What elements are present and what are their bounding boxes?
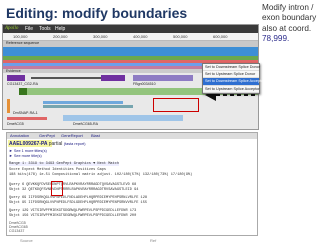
menu-help[interactable]: Help	[55, 25, 65, 33]
stats-values: 188 bits(478) 1e-51 Compositional matrix…	[9, 173, 193, 177]
note-line: exon boundary	[262, 13, 317, 23]
context-menu: Set to Downstream Splice Donor Set to Up…	[202, 63, 265, 94]
blast-result-window: Annotation GenPept GeneReport Blast AAEL…	[6, 132, 258, 236]
more-titles-link[interactable]: ► See more title(s)	[9, 154, 42, 158]
ruler-tick: 500,000	[173, 34, 188, 39]
alignment-line: Query 129 VITSIRVPFMIEKGTSDGRWQLPWRPEVLP…	[9, 209, 137, 213]
tab-genpept[interactable]: GenPept	[39, 133, 55, 139]
slide-title: Editing: modify boundaries	[6, 5, 188, 21]
evidence-feature[interactable]	[7, 99, 10, 113]
more-titles-link[interactable]: ► See 1 more titles(s)	[9, 149, 47, 153]
section-label: Reference sequence	[6, 41, 40, 45]
annotation-track[interactable]	[3, 47, 258, 56]
track-label: Dmel\CG5	[7, 122, 24, 126]
alignment-line: Sbjct 32 QETKDQFSVNEVDNPTRRRLRAPKVRAYRRR…	[9, 188, 139, 192]
gene-feature[interactable]	[7, 75, 25, 81]
coordinate-ruler[interactable]: 100,000 200,000 300,000 400,000 500,000 …	[3, 33, 258, 41]
evidence-feature[interactable]	[43, 101, 123, 104]
alignment-highlight	[51, 181, 63, 196]
evidence-feature[interactable]	[63, 115, 183, 121]
ruler-tick: 400,000	[133, 34, 148, 39]
note-line: also at coord.	[262, 23, 312, 33]
menu-item-downstream-donor[interactable]: Set to Downstream Splice Donor	[203, 64, 260, 72]
side-label: CG13437	[9, 229, 25, 233]
section-label: Evidence	[6, 69, 21, 73]
menu-tools[interactable]: Tools	[39, 25, 51, 33]
note-line: 78,999.	[262, 34, 290, 44]
slide-note: Modify intron / exon boundary also at co…	[262, 3, 320, 45]
ruler-tick: 600,000	[213, 34, 228, 39]
menu-file[interactable]: File	[25, 25, 33, 33]
selection-box[interactable]	[153, 98, 199, 112]
gene-id[interactable]: AAEL009267-PA	[9, 141, 47, 147]
gene-feature[interactable]	[101, 75, 125, 81]
ruler-tick: 300,000	[93, 34, 108, 39]
tab-annotation[interactable]: Annotation	[10, 133, 29, 139]
ruler-tick: 100,000	[13, 34, 28, 39]
track-label: CG13437_CG2-RA	[7, 82, 38, 86]
alignment-line: Query 6 QEVKKQFDVSEVDNPTQRVLRAPKVRAYRRRA…	[9, 183, 137, 187]
track-label: DmSNAP-RA-1	[13, 111, 38, 115]
fasta-report-link[interactable]: (fasta report)	[64, 142, 86, 146]
note-line: Modify intron /	[262, 3, 314, 12]
tab-bar: Annotation GenPept GeneReport Blast	[7, 133, 257, 139]
evidence-feature[interactable]	[7, 117, 47, 120]
tab-genereport[interactable]: GeneReport	[61, 133, 83, 139]
alignment-line: Sbjct 95 IIFDSRNQGLVVPNPEDLFSDLGDEHPLHQR…	[9, 201, 148, 205]
range-line: Range 1: 3319 to 3493 GenPept Graphics ▼…	[9, 162, 119, 167]
track-label: Dmel\CG65-RA	[73, 122, 98, 126]
gene-feature[interactable]	[133, 75, 193, 81]
menu-item-upstream-donor[interactable]: Set to Upstream Splice Donor	[203, 71, 259, 79]
stats-header: Score Expect Method Identities Positives…	[9, 168, 107, 172]
footer-ref: Ref	[150, 238, 157, 243]
apollo-logo: Apollo	[5, 26, 19, 31]
evidence-feature[interactable]	[43, 105, 133, 108]
ruler-tick: 200,000	[53, 34, 68, 39]
gene-status: partial	[48, 141, 63, 147]
evidence-exon[interactable]	[19, 88, 27, 95]
menu-item-upstream-acceptor[interactable]: Set to Upstream Splice Acceptor	[203, 86, 260, 93]
tab-blast[interactable]: Blast	[91, 133, 100, 139]
track-label: FBgn0034510	[133, 82, 156, 86]
footer-source: Source	[20, 238, 33, 243]
alignment-line: Sbjct 156 VITSIRVPFMIEKGTSEGRWQLPWRPEVLP…	[9, 214, 137, 218]
gene-name[interactable]: AAEL009267-PA partial (fasta report)	[9, 141, 86, 147]
menu-bar: Apollo File Tools Help	[3, 25, 258, 33]
intron-line	[31, 77, 101, 79]
menu-item-downstream-acceptor[interactable]: Set to Downstream Splice Acceptor	[203, 78, 265, 86]
alignment-line: Query 69 IIFDSRKQGLVVPNPEDLFNDLADEHPLHQR…	[9, 196, 148, 200]
